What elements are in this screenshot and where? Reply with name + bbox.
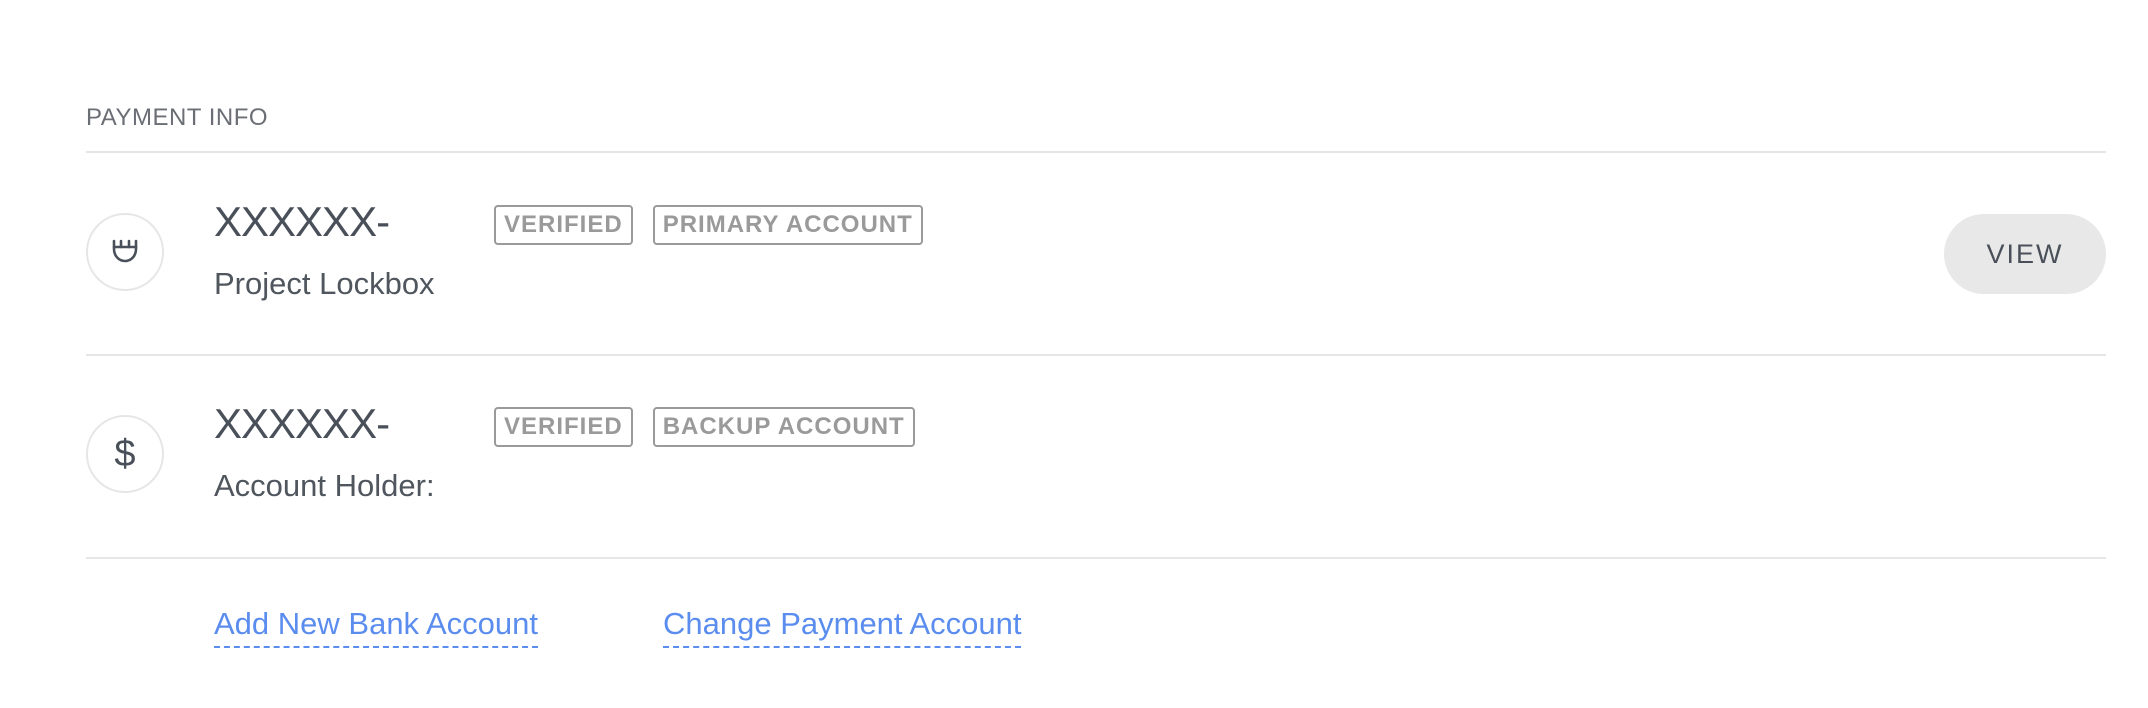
payment-info-page: PAYMENT INFO XXXXXX- Project Lockbox VER…: [0, 0, 2148, 708]
account-row-backup: $ XXXXXX- Account Holder: VERIFIED BACKU…: [86, 355, 2106, 555]
account-number: XXXXXX-: [214, 198, 390, 245]
add-bank-account-link[interactable]: Add New Bank Account: [214, 606, 538, 648]
change-payment-account-link[interactable]: Change Payment Account: [663, 606, 1022, 648]
account-number: XXXXXX-: [214, 400, 390, 447]
verified-badge: VERIFIED: [494, 407, 633, 447]
view-button[interactable]: VIEW: [1944, 214, 2106, 294]
badge-group: VERIFIED BACKUP ACCOUNT: [494, 407, 915, 447]
primary-account-badge: PRIMARY ACCOUNT: [652, 205, 923, 245]
account-row-primary: XXXXXX- Project Lockbox VERIFIED PRIMARY…: [86, 152, 2106, 352]
verified-badge: VERIFIED: [494, 205, 633, 245]
account-holder-label: Account Holder:: [214, 468, 435, 503]
backup-account-badge: BACKUP ACCOUNT: [652, 407, 915, 447]
divider: [86, 557, 2106, 559]
lockbox-icon: [86, 213, 164, 291]
section-title: PAYMENT INFO: [86, 104, 269, 131]
badge-group: VERIFIED PRIMARY ACCOUNT: [494, 205, 923, 245]
dollar-icon: $: [86, 415, 164, 493]
account-subtitle: Project Lockbox: [214, 266, 435, 301]
